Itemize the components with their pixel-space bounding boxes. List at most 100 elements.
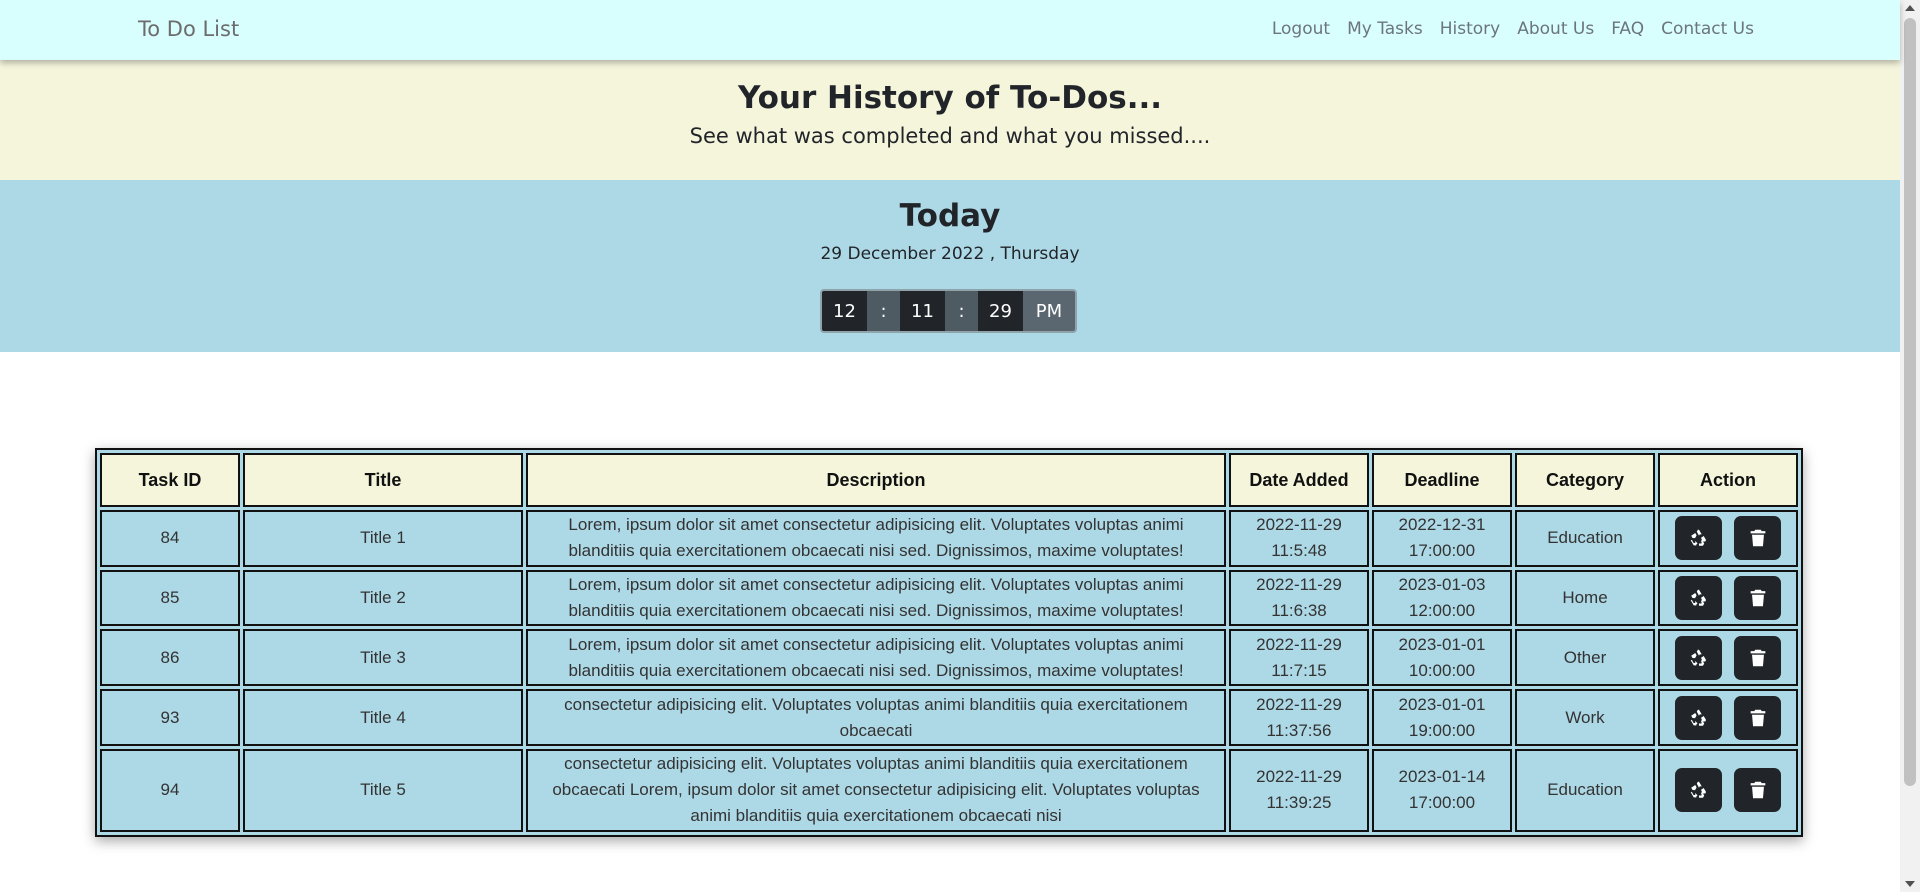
- header-date-added: Date Added: [1229, 453, 1369, 507]
- restore-button[interactable]: [1675, 768, 1722, 813]
- cell-deadline: 2023-01-03 12:00:00: [1372, 569, 1512, 627]
- deadline-date: 2023-01-03: [1398, 575, 1486, 595]
- cell-task-id: 86: [100, 629, 240, 687]
- restore-button[interactable]: [1675, 635, 1722, 680]
- recycle-icon: [1688, 587, 1710, 609]
- date-added-date: 2022-11-29: [1256, 515, 1342, 535]
- recycle-icon: [1688, 647, 1710, 669]
- header-category: Category: [1515, 453, 1655, 507]
- scroll-up-arrow-icon[interactable]: [1905, 5, 1915, 11]
- cell-task-id: 85: [100, 569, 240, 627]
- header-description: Description: [526, 453, 1226, 507]
- trash-icon: [1747, 779, 1769, 801]
- cell-action: [1658, 629, 1798, 687]
- history-hero: Your History of To-Dos... See what was c…: [0, 60, 1900, 180]
- digital-clock: 12 : 11 : 29 PM: [820, 289, 1077, 333]
- cell-date-added: 2022-11-29 11:7:15: [1229, 629, 1369, 687]
- deadline-time: 10:00:00: [1408, 660, 1476, 680]
- deadline-time: 12:00:00: [1408, 601, 1476, 621]
- history-table-container: Task ID Title Description Date Added Dea…: [95, 448, 1803, 837]
- history-table: Task ID Title Description Date Added Dea…: [95, 448, 1803, 837]
- table-row: 84 Title 1 Lorem, ipsum dolor sit amet con…: [100, 510, 1798, 567]
- trash-icon: [1747, 587, 1769, 609]
- table-row: 85 Title 2 Lorem, ipsum dolor sit amet con…: [100, 569, 1798, 627]
- cell-deadline: 2023-01-01 19:00:00: [1372, 689, 1512, 746]
- restore-button[interactable]: [1675, 576, 1722, 621]
- cell-task-id: 93: [100, 689, 240, 746]
- clock-separator: :: [867, 291, 900, 331]
- nav-faq[interactable]: FAQ: [1611, 19, 1644, 39]
- clock-hours: 12: [822, 291, 867, 331]
- nav-about-us[interactable]: About Us: [1517, 19, 1594, 39]
- action-buttons: [1660, 695, 1796, 740]
- today-panel: Today 29 December 2022 , Thursday 12 : 1…: [0, 180, 1900, 352]
- cell-title: Title 4: [243, 689, 523, 746]
- header-title: Title: [243, 453, 523, 507]
- cell-category: Education: [1515, 748, 1655, 832]
- delete-button[interactable]: [1734, 768, 1781, 813]
- deadline-date: 2023-01-14: [1398, 767, 1486, 787]
- cell-description: Lorem, ipsum dolor sit amet consectetur …: [526, 629, 1226, 687]
- action-buttons: [1660, 516, 1796, 561]
- delete-button[interactable]: [1734, 576, 1781, 621]
- delete-button[interactable]: [1734, 635, 1781, 680]
- cell-date-added: 2022-11-29 11:5:48: [1229, 510, 1369, 567]
- cell-category: Home: [1515, 569, 1655, 627]
- scrollbar-thumb[interactable]: [1904, 18, 1916, 786]
- cell-deadline: 2022-12-31 17:00:00: [1372, 510, 1512, 567]
- deadline-time: 17:00:00: [1408, 793, 1476, 813]
- header-task-id: Task ID: [100, 453, 240, 507]
- brand-link[interactable]: To Do List: [138, 17, 239, 41]
- nav-logout[interactable]: Logout: [1272, 19, 1330, 39]
- cell-date-added: 2022-11-29 11:39:25: [1229, 748, 1369, 832]
- deadline-date: 2023-01-01: [1398, 694, 1486, 714]
- deadline-time: 17:00:00: [1408, 541, 1476, 561]
- cell-task-id: 84: [100, 510, 240, 567]
- cell-deadline: 2023-01-14 17:00:00: [1372, 748, 1512, 832]
- delete-button[interactable]: [1734, 695, 1781, 740]
- cell-date-added: 2022-11-29 11:6:38: [1229, 569, 1369, 627]
- trash-icon: [1747, 707, 1769, 729]
- navbar: To Do List Logout My Tasks History About…: [0, 0, 1900, 60]
- header-deadline: Deadline: [1372, 453, 1512, 507]
- deadline-time: 19:00:00: [1408, 720, 1476, 740]
- date-added-date: 2022-11-29: [1256, 694, 1342, 714]
- deadline-date: 2022-12-31: [1398, 515, 1486, 535]
- today-heading: Today: [899, 198, 1001, 234]
- cell-description: Lorem, ipsum dolor sit amet consectetur …: [526, 510, 1226, 567]
- date-added-time: 11:6:38: [1271, 601, 1327, 621]
- scrollbar[interactable]: [1900, 0, 1920, 892]
- page-subtitle: See what was completed and what you miss…: [689, 124, 1211, 148]
- nav-contact-us[interactable]: Contact Us: [1661, 19, 1754, 39]
- cell-date-added: 2022-11-29 11:37:56: [1229, 689, 1369, 746]
- recycle-icon: [1688, 779, 1710, 801]
- cell-category: Work: [1515, 689, 1655, 746]
- clock-seconds: 29: [978, 291, 1023, 331]
- date-added-date: 2022-11-29: [1256, 634, 1342, 654]
- cell-category: Education: [1515, 510, 1655, 567]
- cell-action: [1658, 689, 1798, 746]
- header-action: Action: [1658, 453, 1798, 507]
- page-title: Your History of To-Dos...: [737, 80, 1163, 116]
- scroll-down-arrow-icon[interactable]: [1905, 881, 1915, 887]
- restore-button[interactable]: [1675, 516, 1722, 561]
- cell-deadline: 2023-01-01 10:00:00: [1372, 629, 1512, 687]
- restore-button[interactable]: [1675, 695, 1722, 740]
- action-buttons: [1660, 576, 1796, 621]
- date-added-date: 2022-11-29: [1256, 575, 1342, 595]
- cell-category: Other: [1515, 629, 1655, 687]
- cell-description: Lorem, ipsum dolor sit amet consectetur …: [526, 569, 1226, 627]
- table-row: 93 Title 4 consectetur adipisicing elit. V…: [100, 689, 1798, 746]
- recycle-icon: [1688, 527, 1710, 549]
- date-added-time: 11:5:48: [1271, 541, 1327, 561]
- nav-links: Logout My Tasks History About Us FAQ Con…: [1272, 19, 1754, 39]
- date-added-time: 11:39:25: [1266, 793, 1332, 813]
- nav-history[interactable]: History: [1440, 19, 1500, 39]
- cell-action: [1658, 569, 1798, 627]
- delete-button[interactable]: [1734, 516, 1781, 561]
- date-added-date: 2022-11-29: [1256, 767, 1342, 787]
- clock-separator: :: [945, 291, 978, 331]
- cell-title: Title 3: [243, 629, 523, 687]
- trash-icon: [1747, 527, 1769, 549]
- nav-my-tasks[interactable]: My Tasks: [1347, 19, 1423, 39]
